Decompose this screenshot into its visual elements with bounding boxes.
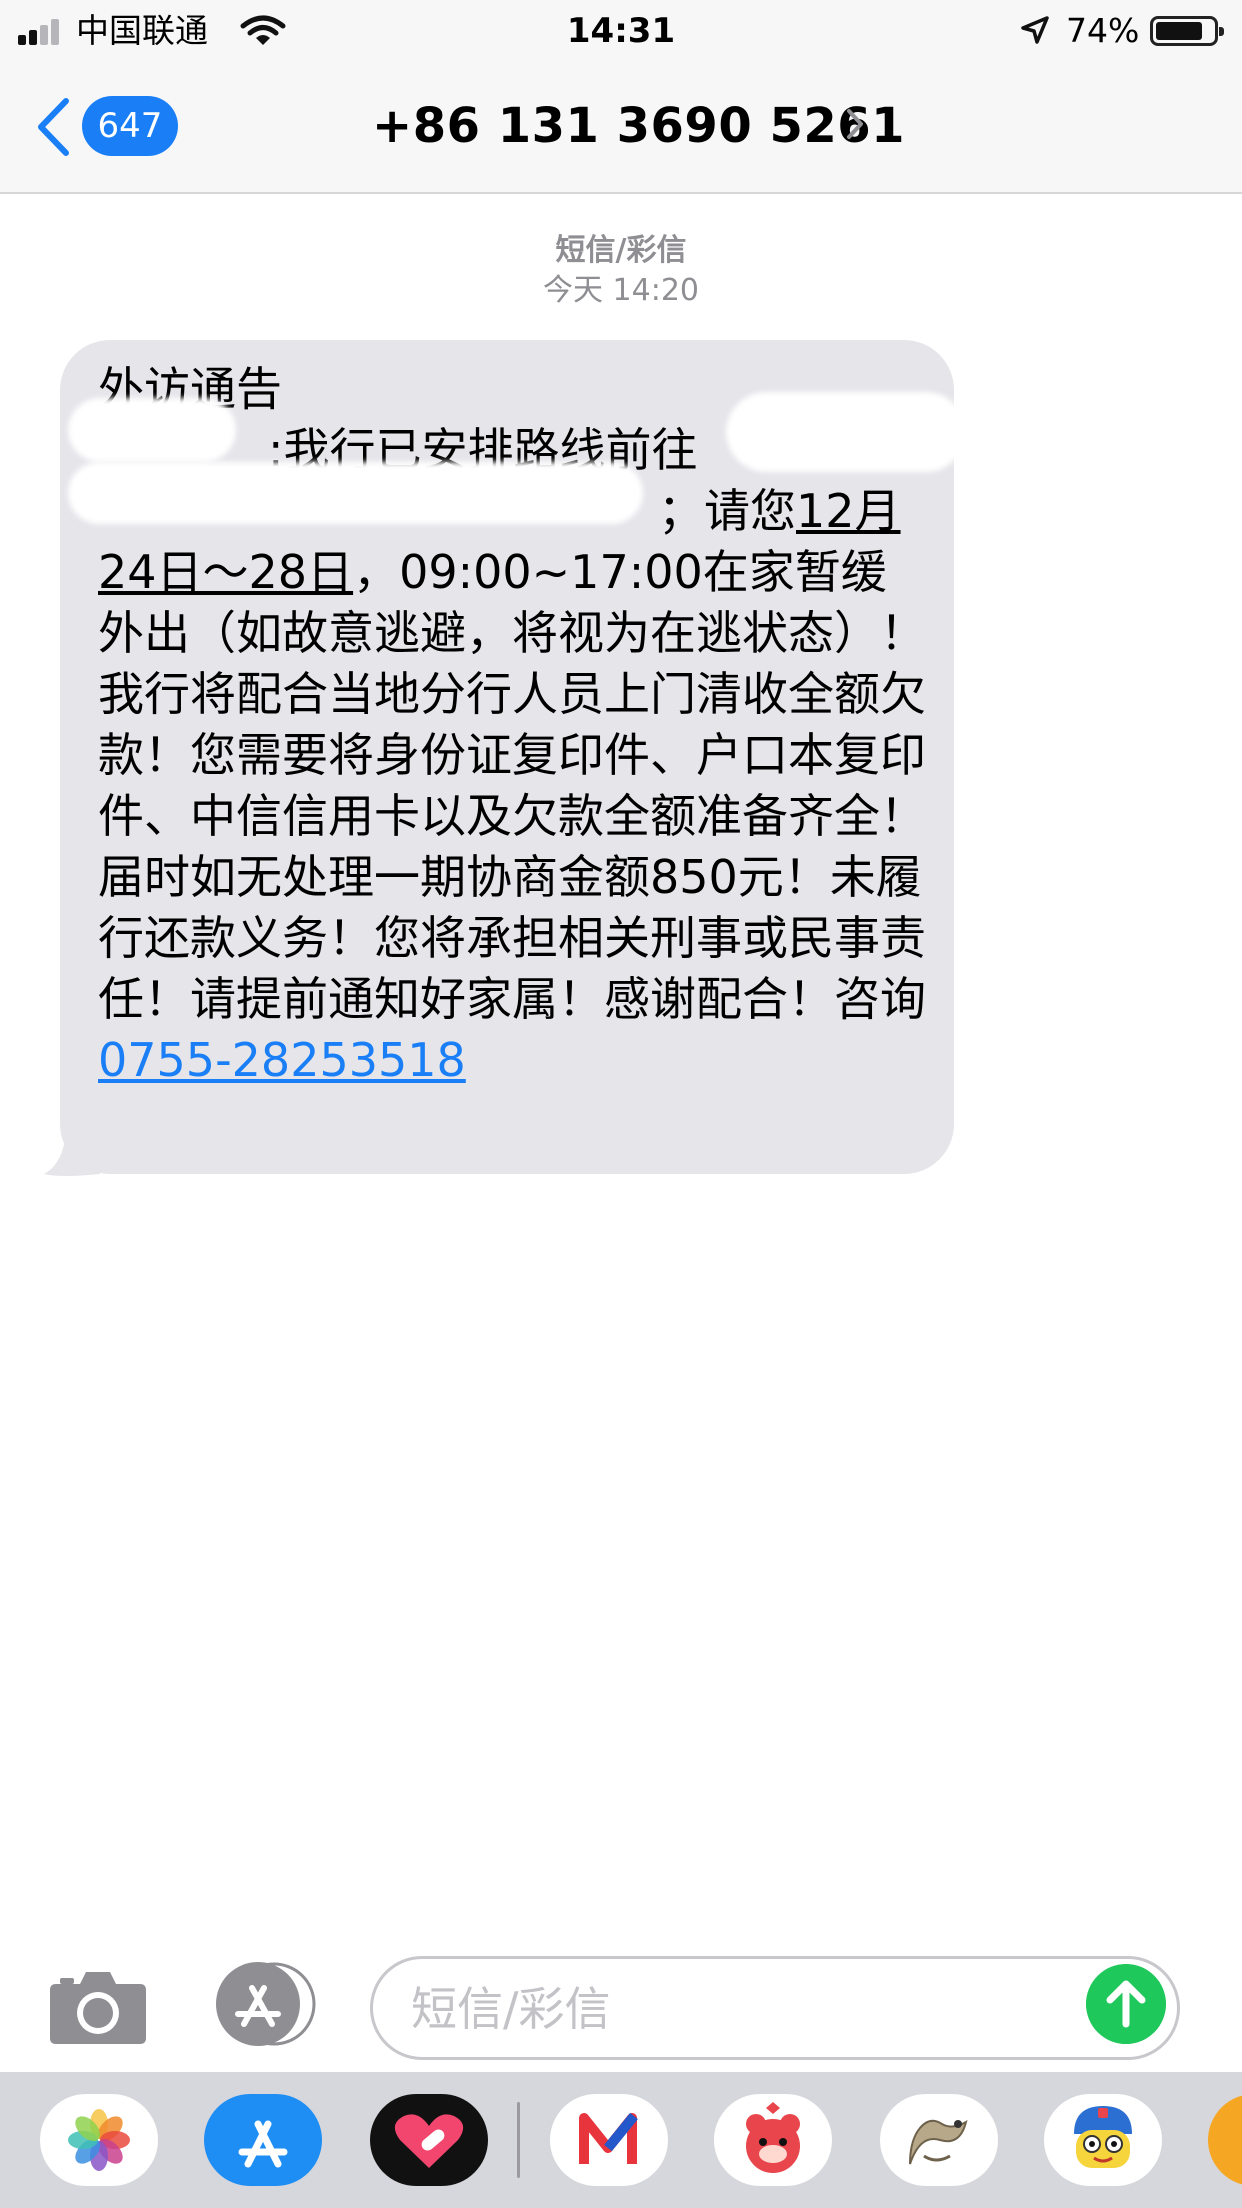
redaction-mark bbox=[726, 392, 966, 472]
character-app-icon[interactable] bbox=[1044, 2094, 1162, 2186]
message-text-part3: ，09:00~17:00在家暂缓外出（如故意逃避，将视为在逃状态）！我行将配合当… bbox=[98, 545, 926, 1026]
phone-number-link[interactable]: 0755-28253518 bbox=[98, 1033, 466, 1087]
conversation-header: 647 +86 131 3690 5261 bbox=[0, 60, 1242, 194]
app-store-icon[interactable] bbox=[204, 2094, 322, 2186]
partial-app-icon[interactable] bbox=[1208, 2094, 1242, 2186]
status-bar: 中国联通 14:31 74% bbox=[0, 0, 1242, 60]
back-button[interactable]: 647 bbox=[36, 96, 186, 156]
send-button[interactable] bbox=[1086, 1964, 1166, 2044]
battery-percent: 74% bbox=[1066, 11, 1140, 50]
unread-count-badge: 647 bbox=[82, 96, 178, 156]
message-timestamp: 今天 14:20 bbox=[543, 273, 699, 308]
chevron-left-icon bbox=[38, 98, 69, 156]
app-drawer-divider bbox=[517, 2102, 520, 2178]
location-arrow-icon bbox=[1021, 16, 1049, 44]
heart-app-icon[interactable] bbox=[370, 2094, 488, 2186]
photos-icon[interactable] bbox=[40, 2094, 158, 2186]
clock: 14:31 bbox=[566, 11, 676, 51]
app-store-button[interactable] bbox=[208, 1962, 318, 2046]
message-input[interactable] bbox=[409, 1977, 1053, 2041]
imessage-app-drawer bbox=[0, 2072, 1242, 2208]
redaction-mark bbox=[68, 398, 236, 462]
chevron-right-icon[interactable] bbox=[846, 108, 864, 140]
contact-title[interactable]: +86 131 3690 5261 bbox=[372, 96, 905, 156]
battery-icon bbox=[1150, 16, 1224, 46]
message-input-field[interactable] bbox=[370, 1956, 1180, 2060]
message-bubble[interactable]: 外访通告 :我行已安排路线前往 ；请您12月24日～28日，09:00~17:0… bbox=[60, 340, 966, 1174]
dragon-app-icon[interactable] bbox=[880, 2094, 998, 2186]
camera-icon[interactable] bbox=[48, 1966, 148, 2046]
m-app-icon[interactable] bbox=[550, 2094, 668, 2186]
redaction-mark bbox=[68, 462, 643, 524]
message-service-label: 短信/彩信 bbox=[555, 233, 687, 268]
bear-app-icon[interactable] bbox=[714, 2094, 832, 2186]
message-text-part2: ；请您 bbox=[658, 484, 796, 538]
